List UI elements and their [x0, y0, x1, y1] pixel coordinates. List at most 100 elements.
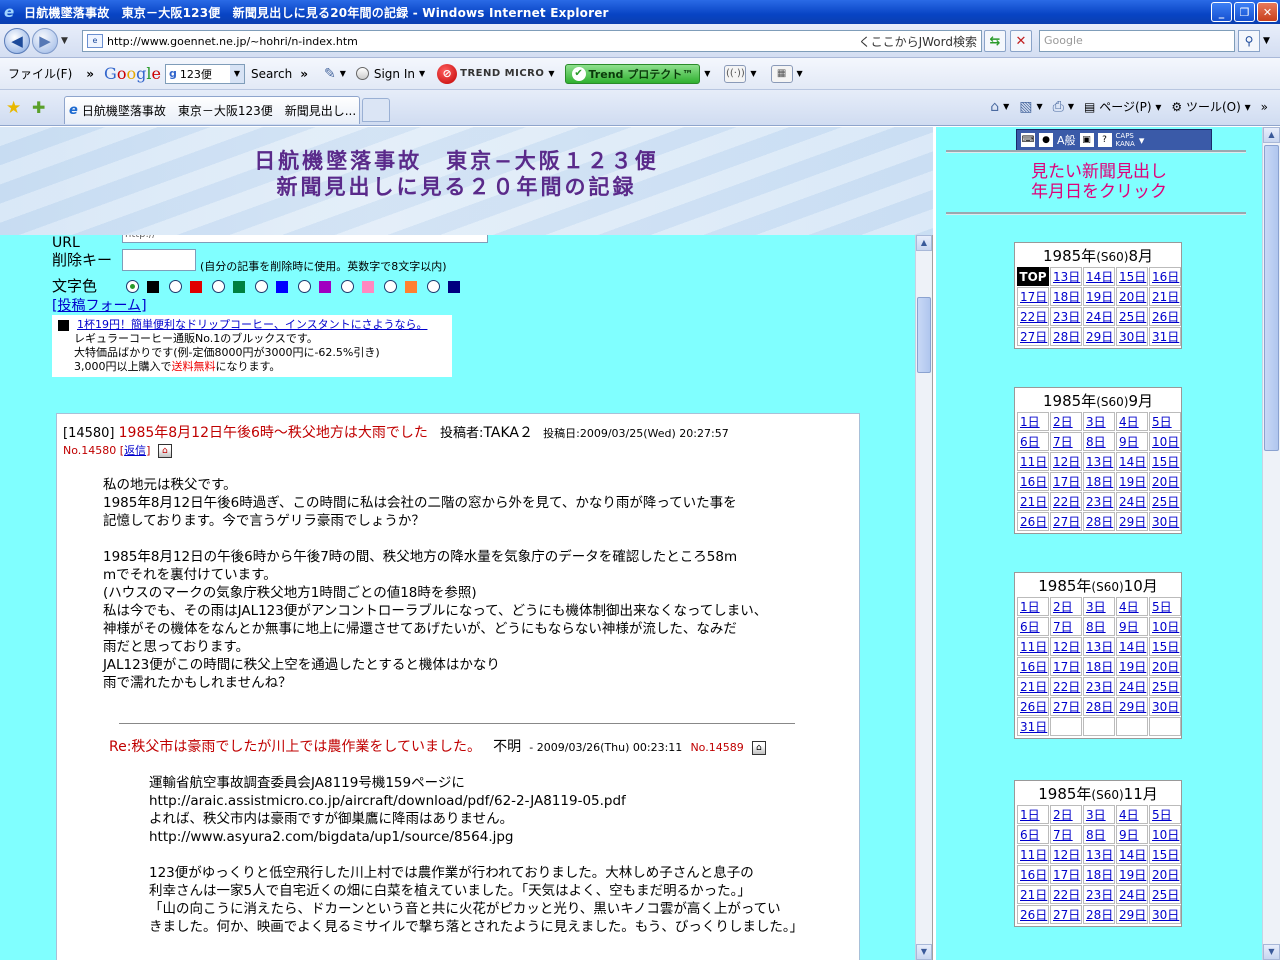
- stop-icon[interactable]: ✕: [1010, 30, 1032, 52]
- post-form-link[interactable]: [投稿フォーム]: [52, 295, 147, 315]
- calendar-day-link[interactable]: 27日: [1050, 512, 1082, 531]
- calendar-day-link[interactable]: 21日: [1017, 492, 1049, 511]
- calendar-day-link[interactable]: 24日: [1116, 885, 1148, 904]
- calendar-day-link[interactable]: 14日: [1116, 452, 1148, 471]
- feeds-icon[interactable]: ▧: [1019, 99, 1032, 115]
- home-dropdown-icon[interactable]: ▼: [1003, 102, 1009, 111]
- url-input[interactable]: http://: [122, 235, 488, 243]
- calendar-day-link[interactable]: 28日: [1083, 697, 1115, 716]
- ime-mode-icon[interactable]: ●: [1039, 133, 1053, 147]
- calendar-day-link[interactable]: 15日: [1149, 637, 1181, 656]
- calendar-day-link[interactable]: 17日: [1017, 287, 1049, 306]
- ime-menu-icon[interactable]: ▾: [1139, 134, 1145, 147]
- calendar-day-link[interactable]: 29日: [1116, 905, 1148, 924]
- calendar-day-link[interactable]: 22日: [1050, 885, 1082, 904]
- calendar-day-link[interactable]: 7日: [1050, 432, 1082, 451]
- calendar-day-link[interactable]: 21日: [1017, 677, 1049, 696]
- url-text[interactable]: http://www.goennet.ne.jp/~hohri/n-index.…: [107, 35, 358, 48]
- forward-button[interactable]: ▶: [32, 28, 58, 54]
- calendar-day-link[interactable]: 20日: [1149, 865, 1181, 884]
- ime-mode-label[interactable]: A般: [1057, 132, 1076, 148]
- tab-active[interactable]: e 日航機墜落事故 東京－大阪123便 新聞見出し...: [64, 96, 360, 124]
- home-icon[interactable]: ⌂: [990, 99, 999, 115]
- scroll-up-icon[interactable]: ▲: [916, 235, 932, 251]
- color-radio[interactable]: [212, 280, 225, 293]
- calendar-day-link[interactable]: 5日: [1149, 597, 1181, 616]
- ime-dictionary-icon[interactable]: ▣: [1079, 133, 1094, 147]
- calendar-day-link[interactable]: 23日: [1083, 677, 1115, 696]
- signin-button[interactable]: Sign In: [374, 67, 415, 81]
- calendar-day-link[interactable]: 2日: [1050, 412, 1082, 431]
- reply-house-icon[interactable]: ⌂: [751, 740, 766, 755]
- calendar-day-link[interactable]: 19日: [1083, 287, 1115, 306]
- add-favorites-icon[interactable]: ✚: [32, 98, 45, 117]
- keyboard-icon[interactable]: ▦: [770, 64, 793, 83]
- main-scrollbar[interactable]: ▲ ▼: [915, 235, 932, 960]
- color-radio[interactable]: [126, 280, 139, 293]
- calendar-day-link[interactable]: 27日: [1050, 697, 1082, 716]
- maximize-button[interactable]: ❐: [1234, 2, 1255, 22]
- sidebar-scroll-down-icon[interactable]: ▼: [1263, 944, 1280, 960]
- calendar-day-link[interactable]: 17日: [1050, 657, 1082, 676]
- calendar-day-link[interactable]: 7日: [1050, 617, 1082, 636]
- calendar-day-link[interactable]: 26日: [1149, 307, 1181, 326]
- calendar-day-link[interactable]: 6日: [1017, 825, 1049, 844]
- calendar-day-link[interactable]: 28日: [1083, 512, 1115, 531]
- color-radio[interactable]: [298, 280, 311, 293]
- calendar-day-link[interactable]: 29日: [1116, 697, 1148, 716]
- calendar-day-link[interactable]: 16日: [1017, 472, 1049, 491]
- history-dropdown-icon[interactable]: ▼: [61, 36, 68, 46]
- refresh-icon[interactable]: ⇆: [984, 30, 1006, 52]
- calendar-day-link[interactable]: 3日: [1083, 597, 1115, 616]
- calendar-day-link[interactable]: 18日: [1083, 865, 1115, 884]
- calendar-day-link[interactable]: 14日: [1116, 845, 1148, 864]
- calendar-day-link[interactable]: 13日: [1083, 845, 1115, 864]
- calendar-day-link[interactable]: 14日: [1116, 637, 1148, 656]
- calendar-day-link[interactable]: 16日: [1017, 865, 1049, 884]
- calendar-day-link[interactable]: 23日: [1083, 885, 1115, 904]
- delete-key-input[interactable]: [122, 249, 196, 271]
- calendar-day-link[interactable]: 16日: [1017, 657, 1049, 676]
- calendar-day-link[interactable]: 26日: [1017, 905, 1049, 924]
- color-radio[interactable]: [341, 280, 354, 293]
- trend-dropdown-icon[interactable]: ▼: [548, 69, 554, 78]
- calendar-day-link[interactable]: 22日: [1050, 492, 1082, 511]
- calendar-day-link[interactable]: 10日: [1149, 432, 1181, 451]
- calendar-day-link[interactable]: 31日: [1149, 327, 1181, 346]
- calendar-day-link[interactable]: 12日: [1050, 637, 1082, 656]
- calendar-day-link[interactable]: 24日: [1083, 307, 1115, 326]
- calendar-day-link[interactable]: 18日: [1083, 472, 1115, 491]
- calendar-day-link[interactable]: 24日: [1116, 492, 1148, 511]
- ime-toolbar[interactable]: ⌨ ● A般 ▣ ? CAPS KANA ▾: [1016, 129, 1212, 151]
- calendar-day-link[interactable]: 28日: [1050, 327, 1082, 346]
- calendar-day-link[interactable]: 29日: [1116, 512, 1148, 531]
- calendar-day-link[interactable]: 11日: [1017, 637, 1049, 656]
- calendar-day-link[interactable]: 14日: [1083, 267, 1115, 286]
- print-dropdown-icon[interactable]: ▼: [1068, 102, 1074, 111]
- new-tab-button[interactable]: [362, 98, 390, 122]
- chevron-icon[interactable]: »: [86, 67, 94, 81]
- calendar-day-link[interactable]: 26日: [1017, 697, 1049, 716]
- calendar-day-link[interactable]: 6日: [1017, 617, 1049, 636]
- search-dropdown-icon[interactable]: ▼: [1263, 36, 1270, 46]
- calendar-day-link[interactable]: 31日: [1017, 717, 1049, 736]
- page-menu[interactable]: ▤ ページ(P) ▾: [1084, 98, 1161, 115]
- calendar-day-link[interactable]: 17日: [1050, 865, 1082, 884]
- calendar-day-link[interactable]: 8日: [1083, 825, 1115, 844]
- signin-icon[interactable]: [355, 67, 369, 80]
- calendar-day-link[interactable]: 11日: [1017, 452, 1049, 471]
- house-icon[interactable]: ⌂: [157, 444, 172, 458]
- calendar-day-link[interactable]: 30日: [1149, 905, 1181, 924]
- calendar-day-link[interactable]: 7日: [1050, 825, 1082, 844]
- calendar-day-link[interactable]: 24日: [1116, 677, 1148, 696]
- more-chevron-icon[interactable]: »: [300, 67, 308, 81]
- scroll-thumb[interactable]: [917, 297, 931, 373]
- calendar-day-link[interactable]: 4日: [1116, 805, 1148, 824]
- calendar-day-link[interactable]: 22日: [1017, 307, 1049, 326]
- color-radio[interactable]: [427, 280, 440, 293]
- calendar-day-link[interactable]: 13日: [1083, 637, 1115, 656]
- calendar-day-link[interactable]: 19日: [1116, 657, 1148, 676]
- minimize-button[interactable]: _: [1211, 2, 1232, 22]
- calendar-day-link[interactable]: 9日: [1116, 825, 1148, 844]
- google-search-button[interactable]: Search: [251, 67, 292, 81]
